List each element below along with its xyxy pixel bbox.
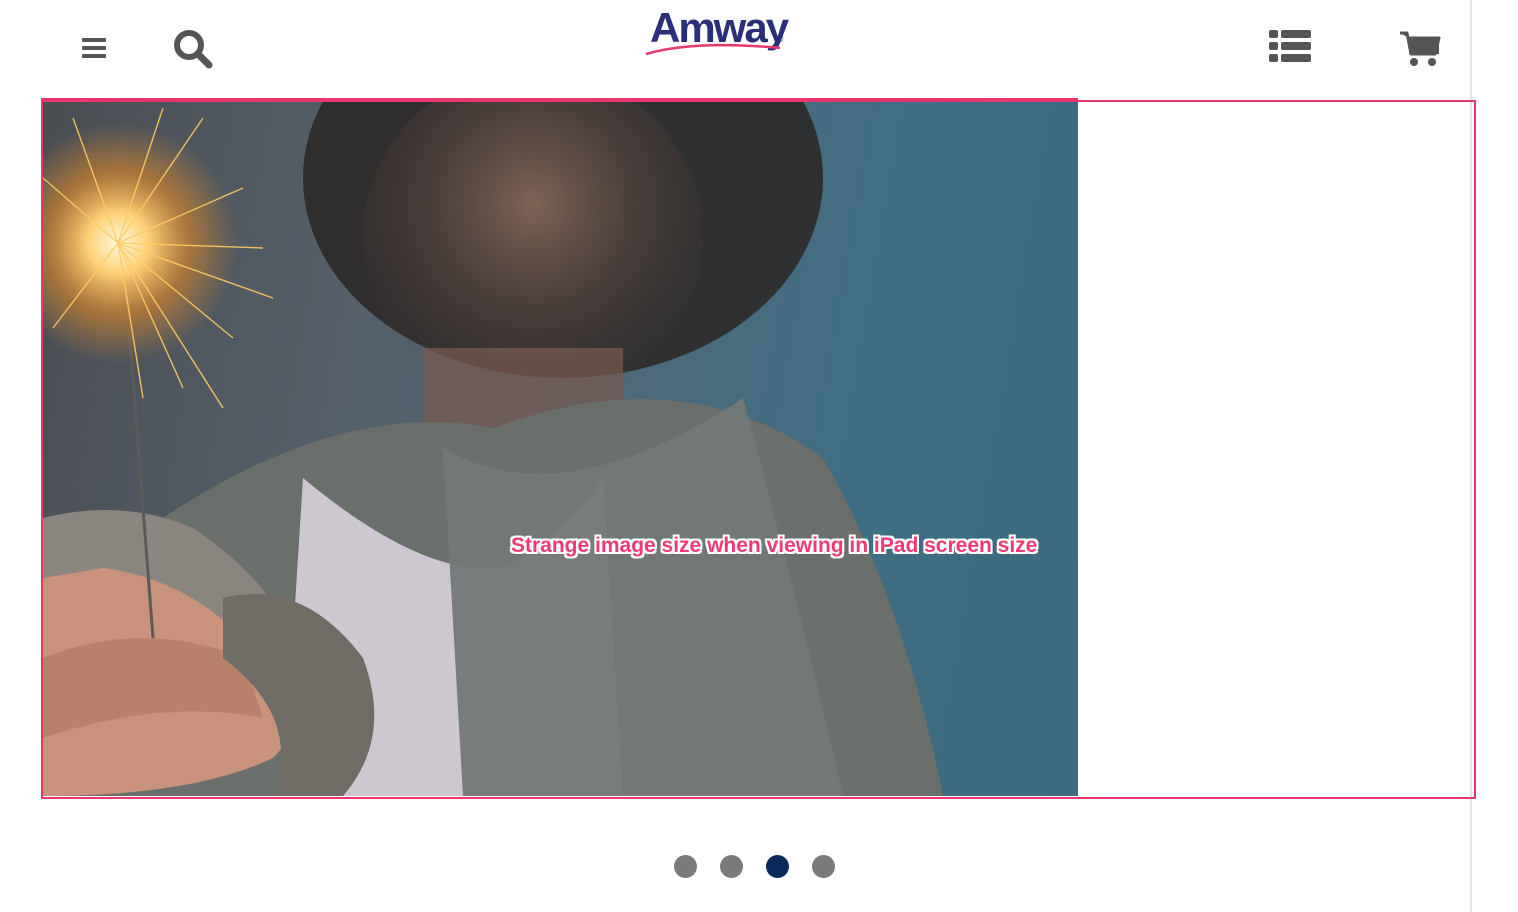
carousel-pagination (674, 855, 844, 879)
carousel-dot-4[interactable] (812, 855, 835, 878)
shopping-cart-icon (1400, 31, 1441, 66)
hero-carousel[interactable]: Strange image size when viewing in iPad … (41, 98, 1476, 799)
list-view-button[interactable] (1268, 28, 1312, 64)
search-button[interactable] (172, 28, 214, 70)
hamburger-menu-button[interactable] (80, 36, 108, 60)
annotation-highlight-box (41, 100, 1476, 799)
carousel-dot-1[interactable] (674, 855, 697, 878)
logo-swoosh (645, 43, 781, 56)
page: Amway ® Strange image size when viewing … (0, 0, 1518, 912)
hamburger-menu-icon (82, 38, 106, 58)
site-header: Amway ® (0, 0, 1470, 98)
list-view-icon (1269, 30, 1311, 62)
annotation-text: Strange image size when viewing in iPad … (511, 534, 1038, 557)
carousel-dot-3[interactable] (766, 855, 789, 878)
carousel-dot-2[interactable] (720, 855, 743, 878)
shopping-cart-button[interactable] (1398, 30, 1442, 68)
amway-logo[interactable]: Amway ® (640, 4, 792, 60)
search-icon (174, 30, 213, 69)
